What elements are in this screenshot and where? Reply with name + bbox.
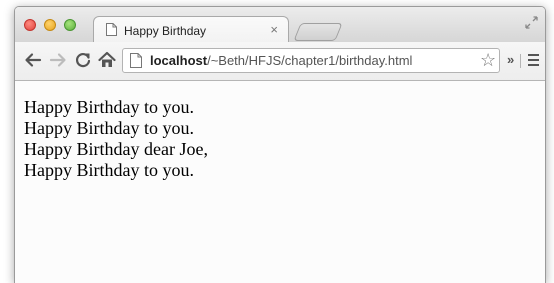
browser-window: Happy Birthday × localhost/~Beth/HFJS/ch… — [14, 6, 546, 283]
page-icon — [130, 53, 142, 73]
lyric-line: Happy Birthday to you. — [24, 97, 194, 117]
browser-toolbar: localhost/~Beth/HFJS/chapter1/birthday.h… — [15, 42, 545, 81]
maximize-window-button[interactable] — [64, 19, 76, 31]
forward-arrow-icon[interactable] — [49, 51, 67, 74]
url-path: /~Beth/HFJS/chapter1/birthday.html — [207, 53, 413, 68]
minimize-window-button[interactable] — [44, 19, 56, 31]
page-icon — [106, 23, 117, 41]
chevron-icon[interactable]: » — [507, 52, 514, 67]
tab-close-icon[interactable]: × — [270, 22, 278, 37]
page-content: Happy Birthday to you. Happy Birthday to… — [15, 81, 545, 283]
close-window-button[interactable] — [24, 19, 36, 31]
url-host: localhost — [150, 53, 208, 68]
menu-icon[interactable] — [528, 54, 539, 66]
title-bar: Happy Birthday × — [15, 7, 545, 43]
back-arrow-icon[interactable] — [24, 51, 42, 74]
lyric-line: Happy Birthday dear Joe, — [24, 139, 208, 159]
new-tab-button[interactable] — [293, 23, 343, 41]
tab-title: Happy Birthday — [124, 24, 207, 38]
toolbar-divider — [520, 54, 521, 68]
lyric-line: Happy Birthday to you. — [24, 118, 194, 138]
address-bar[interactable]: localhost/~Beth/HFJS/chapter1/birthday.h… — [122, 48, 500, 73]
reload-icon[interactable] — [74, 51, 92, 74]
star-icon[interactable]: ☆ — [480, 51, 496, 70]
home-icon[interactable] — [98, 51, 116, 74]
url-text: localhost/~Beth/HFJS/chapter1/birthday.h… — [150, 53, 412, 68]
lyric-line: Happy Birthday to you. — [24, 160, 194, 180]
tab-happy-birthday[interactable]: Happy Birthday × — [93, 16, 289, 43]
fullscreen-icon[interactable] — [525, 16, 538, 34]
